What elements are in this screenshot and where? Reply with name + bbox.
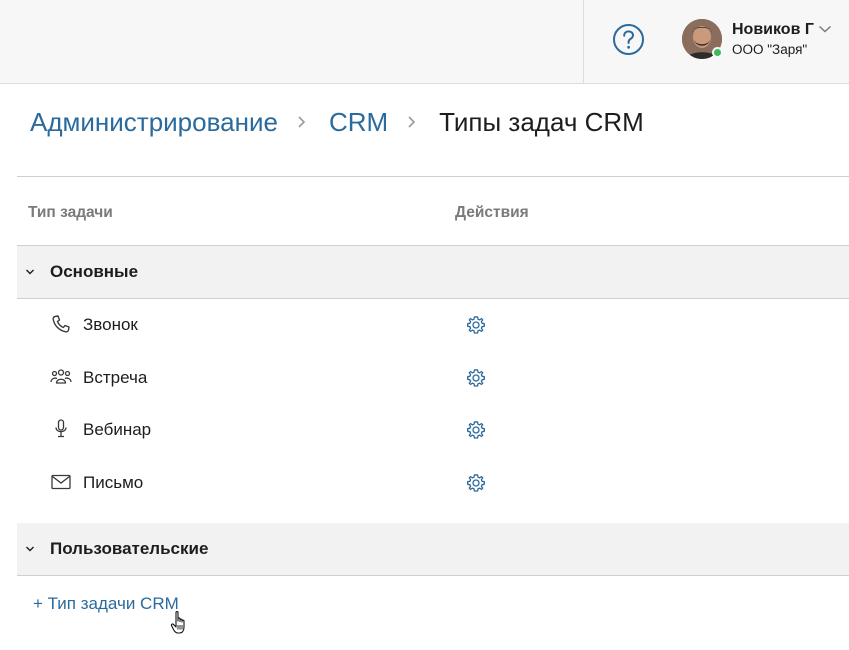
table-row: Вебинар [17, 404, 849, 457]
chevron-right-icon [408, 116, 416, 128]
table-row: Звонок [17, 299, 849, 352]
chevron-down-icon[interactable] [818, 24, 832, 34]
task-type-label: Звонок [83, 315, 138, 334]
chevron-down-icon[interactable] [25, 545, 35, 553]
hand-pointer-cursor-icon [170, 611, 185, 634]
envelope-icon [51, 474, 71, 489]
microphone-icon [55, 419, 67, 438]
people-icon [50, 368, 72, 384]
group-row-main[interactable]: Основные [17, 246, 849, 299]
task-type-label: Вебинар [83, 420, 152, 439]
chevron-right-icon [298, 116, 306, 128]
group-label: Основные [50, 262, 139, 281]
page-title: Типы задач CRM [439, 106, 644, 137]
task-type-label: Встреча [83, 367, 148, 387]
breadcrumb-item-administration[interactable]: Администрирование [30, 107, 278, 138]
column-header-task-type: Тип задачи [28, 204, 113, 221]
table-row: Встреча [17, 352, 849, 405]
gear-icon[interactable] [466, 473, 486, 493]
group-label: Пользовательские [50, 539, 209, 558]
gear-icon[interactable] [466, 315, 486, 335]
column-header-actions: Действия [455, 204, 529, 221]
breadcrumb-item-crm[interactable]: CRM [329, 107, 388, 138]
user-menu[interactable]: Новиков Г ООО "Заря" [682, 18, 849, 62]
top-bar-divider [583, 0, 584, 84]
user-company: ООО "Заря" [732, 42, 808, 57]
gear-icon[interactable] [466, 368, 486, 388]
question-circle-icon[interactable] [612, 23, 645, 56]
online-status-dot [712, 47, 723, 58]
task-types-table: Тип задачи Действия Основные Звонок Встр… [17, 176, 849, 576]
chevron-down-icon[interactable] [25, 268, 35, 276]
add-task-type-link[interactable]: + Тип задачи CRM [33, 594, 179, 614]
group-row-custom[interactable]: Пользовательские [17, 523, 849, 576]
table-row: Письмо [17, 457, 849, 510]
breadcrumb: Администрирование CRM Типы задач CRM [30, 105, 644, 139]
gear-icon[interactable] [466, 420, 486, 440]
top-bar: Новиков Г ООО "Заря" [0, 0, 849, 84]
user-name: Новиков Г [732, 21, 814, 38]
phone-icon [52, 315, 70, 333]
task-type-label: Письмо [83, 472, 144, 492]
table-header: Тип задачи Действия [17, 176, 849, 246]
